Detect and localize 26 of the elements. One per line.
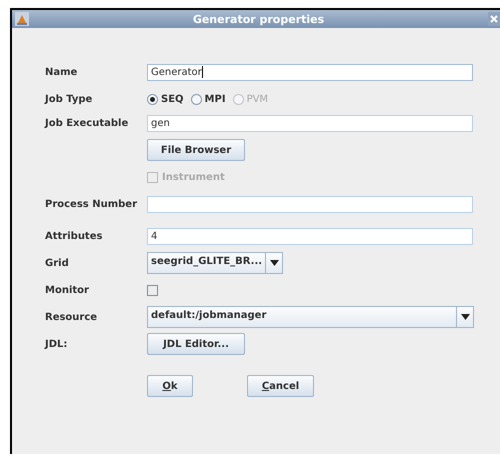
dialog-button[interactable]: JDL Editor... [147, 333, 245, 355]
radio-button[interactable]: SEQ [147, 94, 184, 104]
dialog-button[interactable]: Ok [147, 375, 193, 397]
text-field[interactable]: 4 [147, 228, 473, 244]
dialog-button[interactable]: Cancel [247, 375, 314, 397]
text-field[interactable]: Generator [147, 64, 473, 80]
field-label: Process Number [45, 198, 138, 210]
radio-button[interactable]: MPI [190, 94, 226, 104]
dropdown[interactable]: default:/jobmanager [147, 306, 474, 328]
dropdown[interactable]: seegrid_GLITE_BR... [147, 252, 284, 274]
text-field[interactable] [147, 196, 473, 212]
field-label: Job Type [45, 94, 92, 104]
field-label: Name [45, 66, 78, 78]
field-label: Attributes [45, 230, 102, 242]
dialog-button[interactable]: File Browser [147, 139, 245, 161]
field-label: Resource [45, 312, 98, 322]
close-icon[interactable] [488, 12, 500, 26]
text-field[interactable]: gen [147, 114, 473, 132]
window-title: Generator properties [192, 12, 326, 26]
field-label: Monitor [45, 284, 89, 296]
field-label: JDL: [45, 338, 68, 350]
field-label: Job Executable [45, 118, 128, 128]
caret-icon [270, 260, 279, 266]
caret-icon [460, 314, 470, 320]
app-icon [15, 12, 29, 26]
field-label: Grid [45, 258, 69, 268]
